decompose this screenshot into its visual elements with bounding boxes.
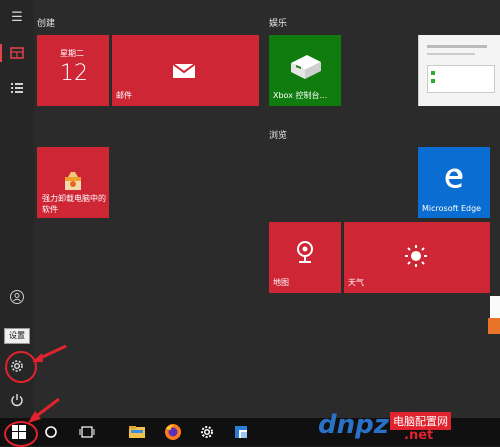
app-taskbar-button[interactable] [226,418,256,446]
user-account-icon[interactable] [9,289,25,305]
settings-gear-taskbar-icon [201,426,213,438]
all-apps-list-icon[interactable] [9,80,25,96]
group-title-entertainment: 娱乐 [269,19,288,29]
task-view-icon [79,426,95,438]
calendar-weekday: 星期二 [60,49,84,58]
mail-envelope-icon [172,63,196,78]
xbox-tile-label: Xbox 控制台... [273,91,328,100]
uninstall-app-icon [65,172,81,190]
app-blue-icon [235,426,247,438]
hamburger-menu-icon[interactable]: ☰ [9,10,25,26]
weather-tile-label: 天气 [348,278,364,287]
watermark-logo: dnpz 电脑配置网 .net [318,410,498,444]
mail-tile[interactable]: 邮件 [112,35,259,106]
microsoft-edge-tile[interactable]: Microsoft Edge [418,147,490,218]
watermark-text-dnpz: dnpz [318,410,389,440]
edge-logo-icon [445,168,463,188]
settings-tooltip: 设置 [4,328,30,344]
uninstall-software-tile[interactable]: 强力卸载电脑中的软件 [37,147,109,218]
maps-tile[interactable]: 地图 [269,222,341,293]
calendar-tile[interactable]: 星期二 12 [37,35,109,106]
maps-tile-label: 地图 [273,278,289,287]
weather-sun-icon [405,245,427,267]
watermark-text-net: .net [404,428,434,443]
power-icon[interactable] [9,392,25,408]
start-menu: ☰ 设置 创建 娱乐 浏览 星期二 12 邮件 Xbox 控制台... 强力卸载… [0,0,500,418]
selected-indicator [0,44,2,62]
folder-icon [129,426,145,438]
firefox-button[interactable] [158,418,188,446]
floating-widget-logo[interactable] [488,318,500,334]
start-pointer-arrow [28,397,60,423]
floating-widget[interactable] [490,296,500,318]
group-title-create: 创建 [37,19,56,29]
file-explorer-button[interactable] [122,418,152,446]
weather-tile[interactable]: 天气 [344,222,490,293]
edge-tile-label: Microsoft Edge [422,204,482,213]
xbox-console-tile[interactable]: Xbox 控制台... [269,35,341,106]
calendar-day: 12 [60,61,88,86]
uninstall-tile-label: 强力卸载电脑中的软件 [42,194,106,214]
mail-tile-label: 邮件 [116,91,132,100]
firefox-icon [165,424,181,440]
cortana-circle-icon [45,426,57,438]
settings-taskbar-button[interactable] [192,418,222,446]
xbox-console-icon [291,55,321,79]
task-view-button[interactable] [72,418,102,446]
group-title-browse: 浏览 [269,131,288,141]
tiles-view-icon[interactable] [9,45,25,61]
app-preview-tile[interactable] [418,35,500,106]
maps-camera-pin-icon [297,241,313,263]
settings-pointer-arrow [32,344,67,362]
